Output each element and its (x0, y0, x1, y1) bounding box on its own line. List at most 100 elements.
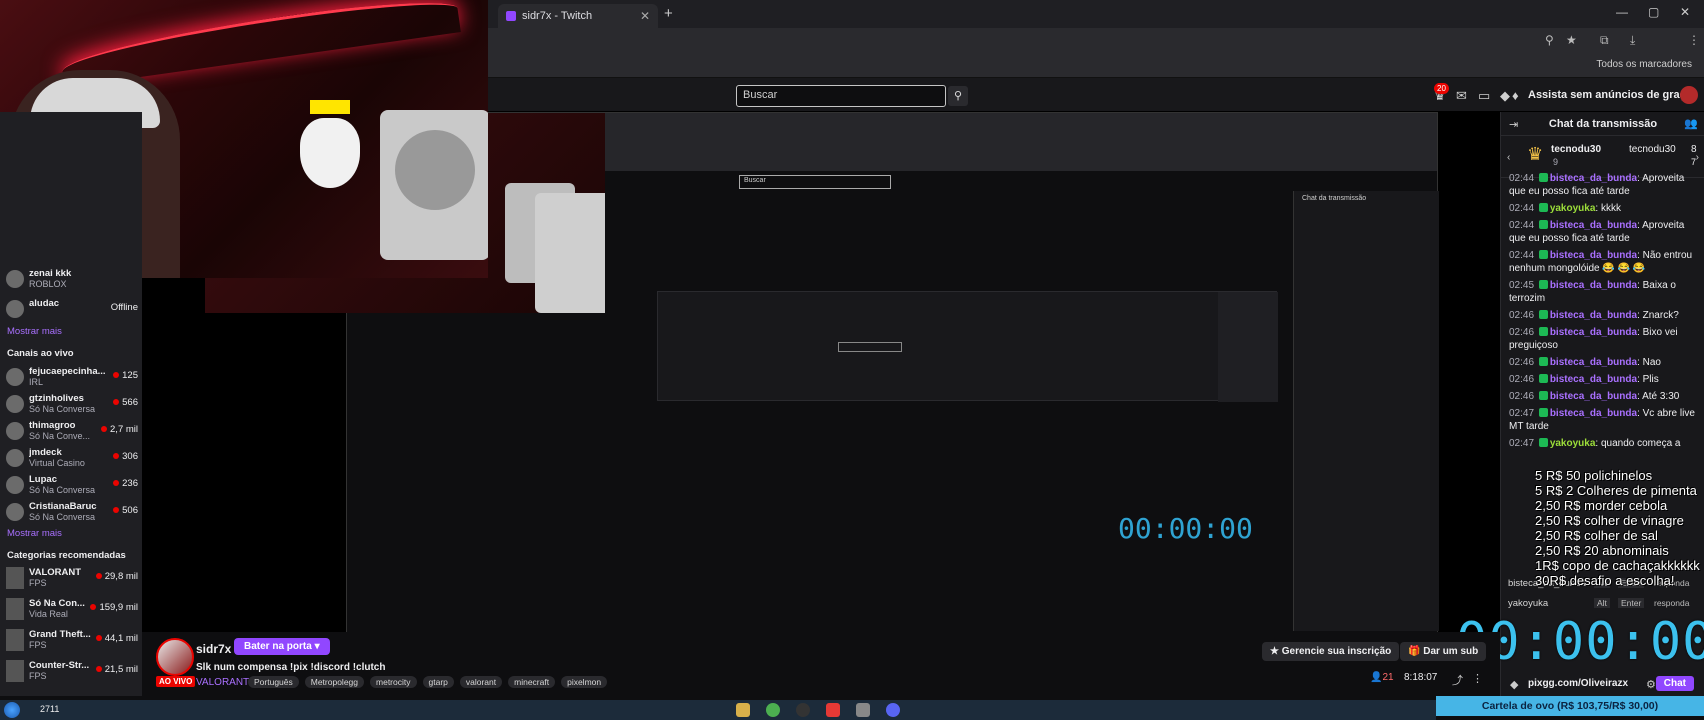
settings-icon[interactable]: ⚙ (1646, 678, 1656, 691)
more-options-icon[interactable]: ⋮ (1472, 672, 1483, 685)
message-username[interactable]: bisteca_da_bunda (1550, 280, 1637, 291)
message-username[interactable]: bisteca_da_bunda (1550, 327, 1637, 338)
bits-icon[interactable]: ◆ (1510, 678, 1518, 691)
sidebar-live-channel[interactable]: thimagroo Só Na Conve... 2,7 mil (6, 420, 138, 444)
message-timestamp: 02:46 (1509, 357, 1535, 368)
avatar (6, 476, 24, 494)
channel-name: Lupac (29, 474, 57, 485)
gift-sub-button[interactable]: 🎁 Dar um sub (1400, 642, 1487, 661)
manage-subscription-button[interactable]: ★ Gerencie sua inscrição (1262, 642, 1400, 661)
app-icon[interactable] (856, 703, 870, 717)
sub-label: Gerencie sua inscrição (1281, 646, 1392, 657)
tag[interactable]: pixelmon (561, 676, 608, 688)
message-username[interactable]: bisteca_da_bunda (1550, 391, 1637, 402)
share-icon[interactable]: ⤴ (1452, 672, 1463, 688)
badge-icon (1538, 220, 1548, 229)
nested-chat: Chat da transmissão (1293, 191, 1439, 631)
recorder-icon[interactable] (826, 703, 840, 717)
sidebar-live-channel[interactable]: gtzinholives Só Na Conversa 566 (6, 393, 138, 417)
chat-message: 02:47 yakoyuka: quando começa a (1509, 437, 1697, 450)
tag[interactable]: Metropolegg (304, 676, 365, 688)
tag[interactable]: Português (248, 676, 299, 688)
maximize-icon[interactable]: ▢ (1648, 5, 1659, 19)
close-window-icon[interactable]: ✕ (1680, 5, 1690, 19)
prime-ad-free-link[interactable]: Assista sem anúncios de graça (1528, 89, 1692, 101)
extensions-icon[interactable]: ⧉ (1600, 33, 1609, 48)
avatar (6, 368, 24, 386)
discord-icon[interactable] (886, 703, 900, 717)
badge-icon (1538, 327, 1548, 336)
sidebar-category[interactable]: Grand Theft... FPS 44,1 mil (6, 629, 138, 653)
message-username[interactable]: bisteca_da_bunda (1550, 374, 1637, 385)
chevron-right-icon[interactable]: › (1696, 152, 1699, 163)
message-timestamp: 02:44 (1509, 250, 1535, 261)
prime-icon[interactable]: ♦ (1512, 88, 1519, 103)
whispers-icon[interactable]: ▭ (1478, 88, 1490, 104)
chat-send-button[interactable]: Chat (1655, 676, 1694, 691)
message-username[interactable]: bisteca_da_bunda (1550, 408, 1637, 419)
star-icon[interactable]: ★ (1566, 33, 1577, 47)
message-username[interactable]: bisteca_da_bunda (1550, 250, 1637, 261)
search-input[interactable]: Buscar (736, 85, 946, 107)
message-timestamp: 02:44 (1509, 220, 1535, 231)
message-username[interactable]: bisteca_da_bunda (1550, 173, 1637, 184)
collapse-chat-icon[interactable]: ⇥ (1509, 118, 1518, 131)
give-label: Dar um sub (1423, 646, 1479, 657)
chevron-left-icon[interactable]: ‹ (1507, 152, 1510, 163)
streamer-avatar[interactable] (156, 638, 194, 676)
streamer-name[interactable]: sidr7x (196, 642, 231, 656)
sidebar-live-channel[interactable]: Lupac Só Na Conversa 236 (6, 474, 138, 498)
show-more-link-2[interactable]: Mostrar mais (7, 528, 62, 539)
zoom-icon[interactable]: ⚲ (1545, 33, 1554, 47)
message-text: : Plis (1637, 374, 1659, 385)
chrome-icon[interactable] (766, 703, 780, 717)
show-more-link[interactable]: Mostrar mais (7, 326, 62, 337)
nested-search: Buscar (739, 175, 891, 189)
downloads-icon[interactable]: ⤓ (1630, 33, 1635, 48)
user-avatar[interactable] (1680, 86, 1698, 104)
notification-badge: 20 (1434, 83, 1449, 94)
category-thumbnail (6, 629, 24, 651)
sidebar-category[interactable]: Só Na Con... Vida Real 159,9 mil (6, 598, 138, 622)
challenge-item: 30R$ desafio a escolha! (1535, 573, 1675, 588)
sidebar-item-offline[interactable]: aludac Offline (6, 298, 138, 322)
folder-icon[interactable] (736, 703, 750, 717)
inbox-icon[interactable]: ✉ (1456, 88, 1467, 104)
chat-message: 02:46 bisteca_da_bunda: Bixo vei preguiç… (1509, 326, 1697, 352)
new-tab-icon[interactable]: + (664, 5, 673, 22)
game-link[interactable]: VALORANT (196, 677, 249, 688)
tag[interactable]: metrocity (370, 676, 417, 688)
message-username[interactable]: bisteca_da_bunda (1550, 220, 1637, 231)
close-tab-icon[interactable]: ✕ (640, 9, 650, 23)
search-icon[interactable]: ⚲ (948, 86, 968, 106)
message-username[interactable]: yakoyuka (1550, 203, 1596, 214)
menu-icon[interactable]: ⋮ (1688, 33, 1700, 47)
sidebar-live-channel[interactable]: jmdeck Virtual Casino 306 (6, 447, 138, 471)
message-timestamp: 02:46 (1509, 391, 1535, 402)
sidebar-category[interactable]: VALORANT FPS 29,8 mil (6, 567, 138, 591)
viewer-count: 29,8 mil (104, 571, 138, 582)
windows-start-icon[interactable] (4, 702, 20, 718)
tag[interactable]: minecraft (508, 676, 556, 688)
chat-input-row: ◆ pixgg.com/Oliveirazx ⚙ Chat (1506, 676, 1696, 694)
message-username[interactable]: bisteca_da_bunda (1550, 310, 1637, 321)
browser-tab[interactable]: sidr7x - Twitch ✕ (498, 4, 658, 28)
message-username[interactable]: yakoyuka (1550, 438, 1596, 449)
nested-fan-b (535, 193, 605, 313)
sidebar-category[interactable]: Counter-Str... FPS 21,5 mil (6, 660, 138, 684)
sidebar-item-partial[interactable]: zenai kkk ROBLOX (6, 268, 138, 292)
message-username[interactable]: bisteca_da_bunda (1550, 357, 1637, 368)
tag[interactable]: gtarp (422, 676, 454, 688)
all-bookmarks-link[interactable]: Todos os marcadores (1596, 59, 1692, 70)
knock-button[interactable]: Bater na porta ▾ (234, 638, 330, 655)
avatar (6, 270, 24, 288)
minimize-icon[interactable]: — (1616, 5, 1628, 19)
community-icon[interactable]: 👥 (1684, 117, 1698, 130)
tag[interactable]: valorant (459, 676, 503, 688)
sidebar-live-channel[interactable]: fejucaepecinha... IRL 125 (6, 366, 138, 390)
bits-icon[interactable]: ◆ (1500, 88, 1510, 104)
message-text: : quando começa a (1595, 438, 1681, 449)
live-dot-icon (113, 480, 120, 486)
sidebar-live-channel[interactable]: CristianaBaruc Só Na Conversa 506 (6, 501, 138, 525)
obs-icon[interactable] (796, 703, 810, 717)
